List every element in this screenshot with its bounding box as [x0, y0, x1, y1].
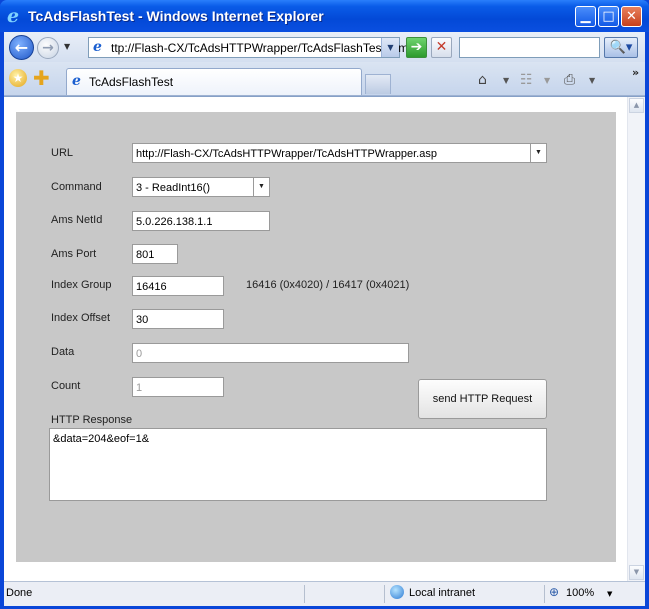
address-text[interactable]: ttp://Flash-CX/TcAdsHTTPWrapper/TcAdsFla… [111, 41, 408, 55]
browser-client: ← → ▼ e ttp://Flash-CX/TcAdsHTTPWrapper/… [4, 32, 645, 606]
status-divider [304, 585, 305, 603]
command-dropdown-button[interactable]: ▼ [253, 178, 269, 196]
http-response-label: HTTP Response [51, 414, 133, 426]
index-group-field[interactable]: 16416 [132, 276, 224, 296]
data-label: Data [51, 346, 75, 358]
index-group-hint: 16416 (0x4020) / 16417 (0x4021) [246, 279, 410, 291]
security-zone-label[interactable]: Local intranet [409, 587, 475, 599]
ams-port-field[interactable]: 801 [132, 244, 178, 264]
zoom-dropdown[interactable]: ▼ [607, 590, 612, 598]
tab-tcadsflashtest[interactable]: e TcAdsFlashTest [66, 68, 362, 95]
window-title: TcAdsFlashTest - Windows Internet Explor… [28, 8, 324, 24]
http-response-textarea[interactable]: &data=204&eof=1& [49, 428, 547, 501]
ie-logo-icon: e [7, 5, 20, 27]
url-value: http://Flash-CX/TcAdsHTTPWrapper/TcAdsHT… [136, 148, 437, 160]
url-label: URL [51, 147, 74, 159]
add-favorites-icon[interactable]: ✚ [33, 66, 50, 90]
home-dropdown[interactable]: ▼ [503, 76, 509, 85]
browser-window: e TcAdsFlashTest - Windows Internet Expl… [0, 0, 649, 609]
data-field[interactable]: 0 [132, 343, 409, 363]
count-label: Count [51, 380, 81, 392]
page-viewport: URL http://Flash-CX/TcAdsHTTPWrapper/TcA… [4, 96, 645, 581]
send-http-request-button[interactable]: send HTTP Request [418, 379, 547, 419]
status-text: Done [6, 587, 33, 599]
print-icon[interactable]: ⎙ [564, 72, 575, 88]
flash-form-panel: URL http://Flash-CX/TcAdsHTTPWrapper/TcA… [16, 112, 616, 562]
zoom-icon[interactable]: ⊕ [549, 585, 559, 599]
command-label: Command [51, 181, 102, 193]
favorites-star-icon[interactable]: ★ [9, 69, 27, 87]
close-window-button[interactable]: ✕ [621, 6, 642, 27]
ams-port-label: Ams Port [51, 248, 97, 260]
print-dropdown[interactable]: ▼ [589, 76, 595, 85]
tab-label: TcAdsFlashTest [89, 75, 174, 89]
forward-button[interactable]: → [37, 37, 59, 59]
title-bar[interactable]: e TcAdsFlashTest - Windows Internet Expl… [0, 0, 649, 32]
intranet-globe-icon [390, 585, 404, 599]
search-input[interactable] [459, 37, 600, 58]
ams-netid-label: Ams NetId [51, 214, 103, 226]
zoom-level[interactable]: 100% [566, 587, 594, 599]
status-bar: Done Local intranet ⊕ 100% ▼ [4, 581, 645, 606]
scroll-down-button[interactable]: ▼ [629, 565, 644, 580]
stop-button[interactable]: ✕ [431, 37, 452, 58]
more-commands-button[interactable]: » [632, 66, 639, 79]
go-button[interactable]: ➔ [406, 37, 427, 58]
rss-feed-icon[interactable]: ☷ [520, 72, 533, 88]
command-select[interactable]: 3 - ReadInt16() ▼ [132, 177, 270, 197]
home-icon[interactable]: ⌂ [478, 72, 487, 88]
count-field[interactable]: 1 [132, 377, 224, 397]
index-offset-field[interactable]: 30 [132, 309, 224, 329]
command-value: 3 - ReadInt16() [136, 182, 210, 194]
minimize-button[interactable]: ▁ [575, 6, 596, 27]
page-icon: e [93, 39, 102, 55]
index-group-label: Index Group [51, 279, 112, 291]
vertical-scrollbar[interactable]: ▲ ▼ [627, 97, 645, 581]
tab-bar: ★ ✚ e TcAdsFlashTest ⌂ ▼ ☷ ▼ ⎙ ▼ » [4, 62, 645, 96]
back-button[interactable]: ← [9, 35, 34, 60]
scroll-up-button[interactable]: ▲ [629, 98, 644, 113]
maximize-button[interactable]: □ [598, 6, 619, 27]
page-icon: e [72, 73, 81, 89]
status-divider [384, 585, 385, 603]
url-dropdown-button[interactable]: ▼ [530, 144, 546, 162]
address-bar[interactable]: e ttp://Flash-CX/TcAdsHTTPWrapper/TcAdsF… [88, 37, 408, 58]
status-divider [544, 585, 545, 603]
navigation-bar: ← → ▼ e ttp://Flash-CX/TcAdsHTTPWrapper/… [4, 32, 645, 62]
new-tab-button[interactable] [365, 74, 391, 94]
ams-netid-field[interactable]: 5.0.226.138.1.1 [132, 211, 270, 231]
index-offset-label: Index Offset [51, 312, 111, 324]
search-button[interactable]: 🔍▾ [604, 37, 638, 58]
address-dropdown-button[interactable]: ▼ [381, 38, 399, 57]
url-combobox[interactable]: http://Flash-CX/TcAdsHTTPWrapper/TcAdsHT… [132, 143, 547, 163]
recent-pages-dropdown[interactable]: ▼ [64, 42, 70, 51]
rss-dropdown[interactable]: ▼ [544, 76, 550, 85]
